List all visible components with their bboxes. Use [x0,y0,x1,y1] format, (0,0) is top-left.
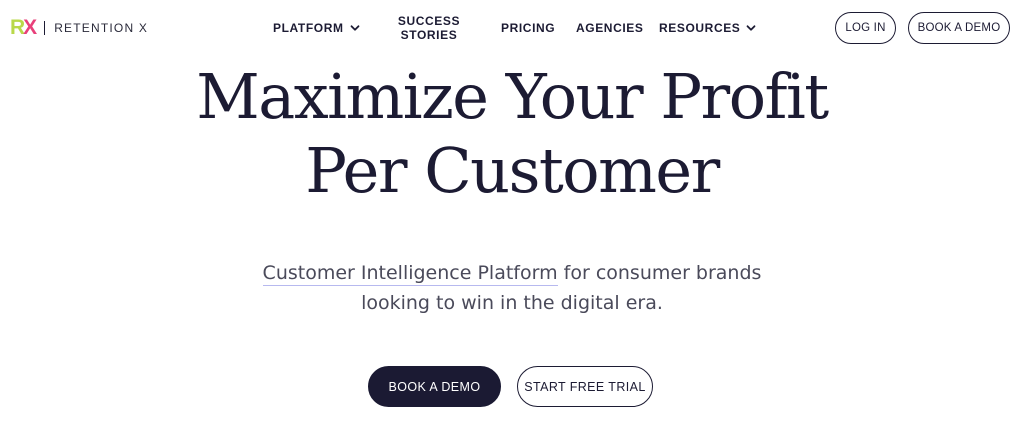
nav-item-label: RESOURCES [659,21,741,35]
retention-x-logo[interactable]: RX RETENTION X [10,17,148,38]
hero-subtitle-line2: looking to win in the digital era. [361,292,663,314]
nav-item-label: AGENCIES [576,21,644,35]
hero-title: Maximize Your Profit Per Customer [0,60,1024,208]
nav-item-label: PLATFORM [273,21,344,35]
logo-mark: RX [10,16,37,39]
nav-item-agencies[interactable]: AGENCIES [576,21,643,35]
logo-divider [44,20,46,35]
chevron-down-icon [747,25,756,31]
nav-item-resources[interactable]: RESOURCES [659,21,756,35]
nav-item-success-stories[interactable]: SUCCESS STORIES [397,14,461,42]
header-book-demo-button[interactable]: BOOK A DEMO [908,12,1010,44]
hero-subtitle: Customer Intelligence Platform for consu… [0,258,1024,318]
site-header: RX RETENTION X PLATFORM SUCCESS STORIES … [0,0,1024,56]
nav-item-pricing[interactable]: PRICING [501,21,555,35]
hero-book-demo-button[interactable]: BOOK A DEMO [368,366,501,407]
logo-wordmark: RETENTION X [54,20,149,35]
log-in-button[interactable]: LOG IN [835,12,896,44]
customer-intelligence-platform-link[interactable]: Customer Intelligence Platform [262,262,558,286]
hero-subtitle-text: for consumer brands [557,262,762,284]
nav-item-label: PRICING [501,21,556,35]
nav-item-label-line2: STORIES [400,28,458,42]
nav-item-label-line1: SUCCESS [397,14,461,28]
nav-item-platform[interactable]: PLATFORM [273,21,360,35]
hero-title-line1: Maximize Your Profit [196,60,829,133]
start-free-trial-button[interactable]: START FREE TRIAL [517,366,653,407]
hero-title-line2: Per Customer [305,134,720,207]
chevron-down-icon [350,25,359,31]
